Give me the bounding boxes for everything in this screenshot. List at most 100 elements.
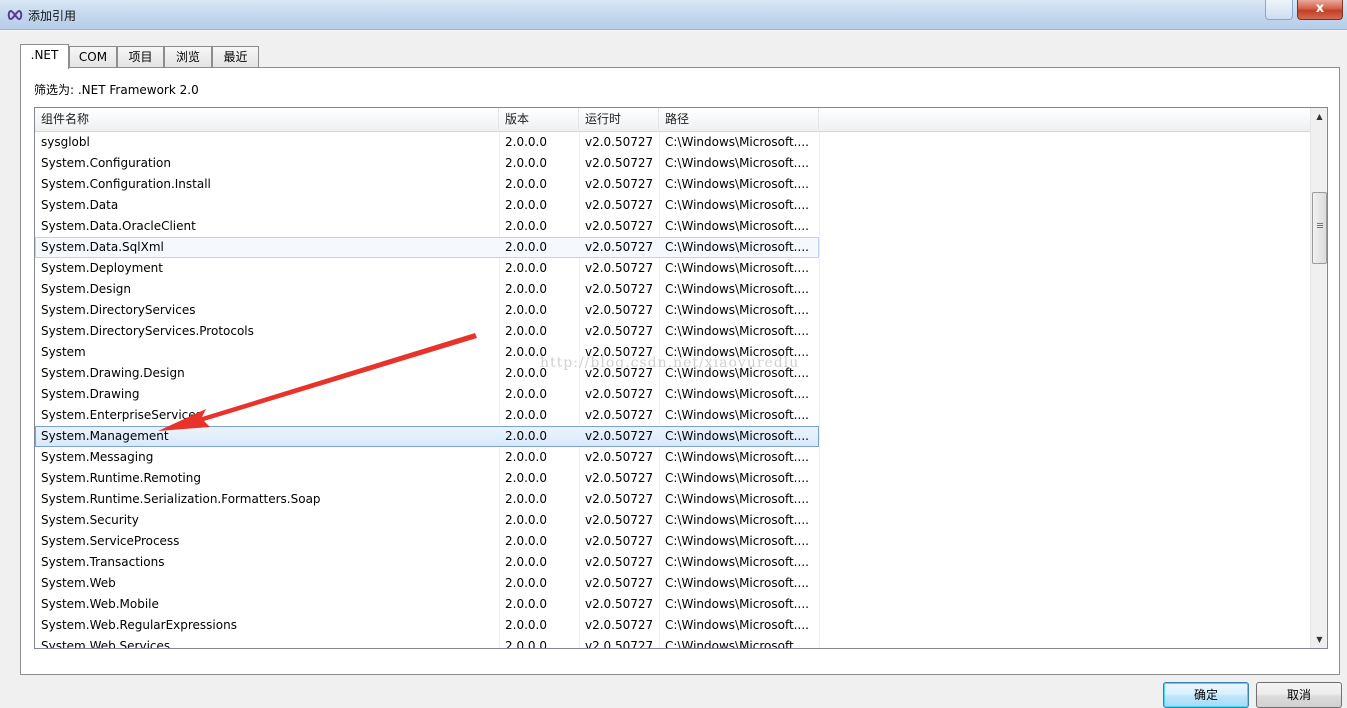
minimize-button[interactable] <box>1265 0 1293 20</box>
cell-path: C:\Windows\Microsoft.... <box>665 513 809 527</box>
list-item[interactable]: System.Transactions 2.0.0.0 v2.0.50727 C:\W… <box>35 552 819 573</box>
cell-path: C:\Windows\Microsoft.... <box>665 240 809 254</box>
list-item[interactable]: System.Data.OracleClient 2.0.0.0 v2.0.5072… <box>35 216 819 237</box>
cell-path: C:\Windows\Microsoft.... <box>665 261 809 275</box>
list-item[interactable]: System.DirectoryServices.Protocols 2.0.0.… <box>35 321 819 342</box>
cell-path: C:\Windows\Microsoft.... <box>665 387 809 401</box>
cell-name: System.Web <box>41 576 116 590</box>
scroll-thumb[interactable] <box>1312 192 1327 264</box>
cell-name: System <box>41 345 86 359</box>
list-item[interactable]: System.Web.Services 2.0.0.0 v2.0.50727 C:\W… <box>35 636 819 649</box>
cell-name: System.DirectoryServices.Protocols <box>41 324 254 338</box>
cell-path: C:\Windows\Microsoft.... <box>665 429 809 443</box>
cell-runtime: v2.0.50727 <box>585 198 654 212</box>
cell-version: 2.0.0.0 <box>505 324 547 338</box>
tab-dotnet[interactable]: .NET <box>20 44 69 69</box>
cell-runtime: v2.0.50727 <box>585 408 654 422</box>
list-item[interactable]: sysglobl 2.0.0.0 v2.0.50727 C:\Windows\Micr… <box>35 132 819 153</box>
cell-version: 2.0.0.0 <box>505 618 547 632</box>
column-header-version[interactable]: 版本 <box>499 108 579 132</box>
cell-name: System.Messaging <box>41 450 154 464</box>
tab-browse[interactable]: 浏览 <box>164 46 212 68</box>
cell-runtime: v2.0.50727 <box>585 576 654 590</box>
list-item[interactable]: System.Design 2.0.0.0 v2.0.50727 C:\Windows… <box>35 279 819 300</box>
list-item[interactable]: System.Configuration.Install 2.0.0.0 v2.0.… <box>35 174 819 195</box>
list-item[interactable]: System.Drawing 2.0.0.0 v2.0.50727 C:\Window… <box>35 384 819 405</box>
cell-name: System.Runtime.Serialization.Formatters.… <box>41 492 321 506</box>
cell-runtime: v2.0.50727 <box>585 513 654 527</box>
list-item[interactable]: System.Security 2.0.0.0 v2.0.50727 C:\Windo… <box>35 510 819 531</box>
cell-name: System.Data.OracleClient <box>41 219 196 233</box>
cell-name: System.Runtime.Remoting <box>41 471 201 485</box>
cell-version: 2.0.0.0 <box>505 576 547 590</box>
cell-version: 2.0.0.0 <box>505 492 547 506</box>
title-bar[interactable]: 添加引用 x <box>0 0 1347 30</box>
list-item[interactable]: System.Web 2.0.0.0 v2.0.50727 C:\Windows\Mi… <box>35 573 819 594</box>
tab-panel-dotnet: 筛选为: .NET Framework 2.0 组件名称 版本 运行时 路径 s… <box>20 67 1340 675</box>
list-item[interactable]: System.Deployment 2.0.0.0 v2.0.50727 C:\Win… <box>35 258 819 279</box>
tab-com[interactable]: COM <box>69 46 117 68</box>
cell-runtime: v2.0.50727 <box>585 156 654 170</box>
column-header-name[interactable]: 组件名称 <box>35 108 499 132</box>
cell-runtime: v2.0.50727 <box>585 555 654 569</box>
cell-path: C:\Windows\Microsoft.... <box>665 303 809 317</box>
cell-version: 2.0.0.0 <box>505 534 547 548</box>
cell-path: C:\Windows\Microsoft.... <box>665 408 809 422</box>
cell-version: 2.0.0.0 <box>505 597 547 611</box>
watermark-text: http://blog.csdn.net/xiaoyuredlu <box>540 355 800 371</box>
cell-version: 2.0.0.0 <box>505 429 547 443</box>
cell-name: System.Web.Mobile <box>41 597 159 611</box>
scroll-down-arrow-icon[interactable]: ▼ <box>1311 631 1327 648</box>
list-item[interactable]: System.EnterpriseServices 2.0.0.0 v2.0.507… <box>35 405 819 426</box>
cell-runtime: v2.0.50727 <box>585 177 654 191</box>
cell-path: C:\Windows\Microsoft.... <box>665 534 809 548</box>
list-item[interactable]: System.ServiceProcess 2.0.0.0 v2.0.50727 C:… <box>35 531 819 552</box>
cell-version: 2.0.0.0 <box>505 555 547 569</box>
list-item[interactable]: System.Messaging 2.0.0.0 v2.0.50727 C:\Wind… <box>35 447 819 468</box>
list-item[interactable]: System.Runtime.Serialization.Formatters.… <box>35 489 819 510</box>
cell-version: 2.0.0.0 <box>505 387 547 401</box>
list-item[interactable]: System.Runtime.Remoting 2.0.0.0 v2.0.50727… <box>35 468 819 489</box>
tab-recent[interactable]: 最近 <box>212 46 259 68</box>
list-item[interactable]: System.Web.Mobile 2.0.0.0 v2.0.50727 C:\Win… <box>35 594 819 615</box>
cell-runtime: v2.0.50727 <box>585 639 654 649</box>
cancel-button[interactable]: 取消 <box>1256 682 1342 708</box>
cell-runtime: v2.0.50727 <box>585 261 654 275</box>
cell-name: System.Design <box>41 282 131 296</box>
vertical-scrollbar[interactable]: ▲ ▼ <box>1310 108 1327 648</box>
column-header-runtime[interactable]: 运行时 <box>579 108 659 132</box>
cell-name: System.Security <box>41 513 139 527</box>
cell-name: System.Drawing.Design <box>41 366 185 380</box>
cell-name: System.Deployment <box>41 261 163 275</box>
cell-version: 2.0.0.0 <box>505 282 547 296</box>
cell-path: C:\Windows\Microsoft.... <box>665 198 809 212</box>
list-item[interactable]: System.DirectoryServices 2.0.0.0 v2.0.5072… <box>35 300 819 321</box>
cell-name: System.Web.RegularExpressions <box>41 618 237 632</box>
scroll-up-arrow-icon[interactable]: ▲ <box>1311 108 1327 125</box>
cell-name: System.Configuration.Install <box>41 177 211 191</box>
cell-runtime: v2.0.50727 <box>585 219 654 233</box>
component-list[interactable]: 组件名称 版本 运行时 路径 sysglobl 2.0.0.0 v2.0.50727… <box>34 107 1328 649</box>
column-header-path[interactable]: 路径 <box>659 108 819 132</box>
close-button[interactable]: x <box>1297 0 1343 20</box>
cell-version: 2.0.0.0 <box>505 240 547 254</box>
cell-version: 2.0.0.0 <box>505 261 547 275</box>
tab-projects[interactable]: 项目 <box>117 46 164 68</box>
cell-version: 2.0.0.0 <box>505 303 547 317</box>
cell-version: 2.0.0.0 <box>505 156 547 170</box>
cell-runtime: v2.0.50727 <box>585 324 654 338</box>
cell-path: C:\Windows\Microsoft.... <box>665 135 809 149</box>
list-item[interactable]: System.Management 2.0.0.0 v2.0.50727 C:\Win… <box>35 426 819 447</box>
cell-name: System.EnterpriseServices <box>41 408 202 422</box>
list-item[interactable]: System.Data 2.0.0.0 v2.0.50727 C:\Windows\M… <box>35 195 819 216</box>
cell-path: C:\Windows\Microsoft.... <box>665 177 809 191</box>
list-item[interactable]: System.Configuration 2.0.0.0 v2.0.50727 C:\… <box>35 153 819 174</box>
cell-runtime: v2.0.50727 <box>585 282 654 296</box>
ok-button[interactable]: 确定 <box>1163 682 1249 708</box>
cell-path: C:\Windows\Microsoft.... <box>665 219 809 233</box>
list-item[interactable]: System.Web.RegularExpressions 2.0.0.0 v2.0… <box>35 615 819 636</box>
cell-path: C:\Windows\Microsoft.... <box>665 471 809 485</box>
list-item[interactable]: System.Data.SqlXml 2.0.0.0 v2.0.50727 C:\Wi… <box>35 237 819 258</box>
cell-version: 2.0.0.0 <box>505 471 547 485</box>
cell-name: System.ServiceProcess <box>41 534 180 548</box>
